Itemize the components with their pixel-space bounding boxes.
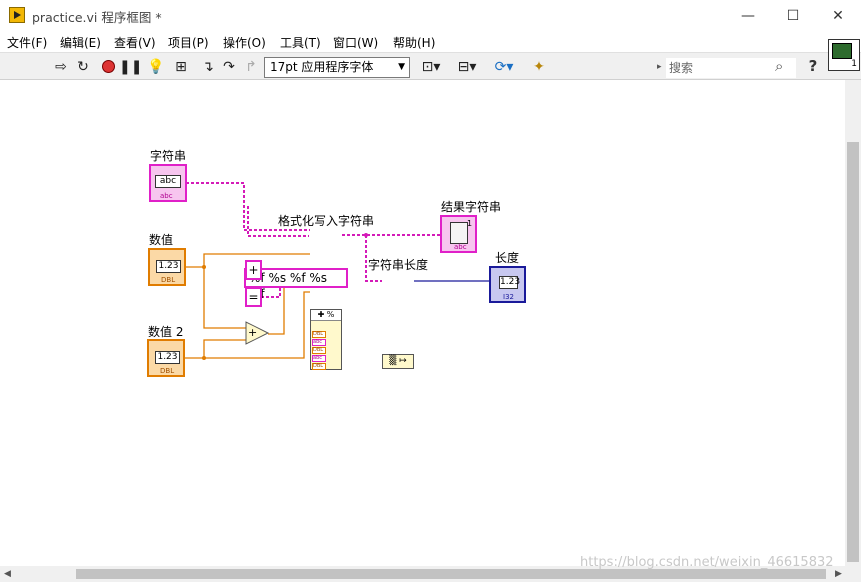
vi-connector-icon[interactable]: 1 (828, 39, 860, 71)
search-icon[interactable]: ⌕ (775, 57, 783, 75)
plus-string-constant[interactable]: + (245, 260, 262, 280)
result-type-tag: abc (454, 243, 467, 251)
number-2-type-tag: DBL (160, 367, 175, 375)
format-input-2: abc (312, 339, 326, 346)
vi-icon-number: 1 (851, 59, 857, 69)
wires (185, 182, 489, 360)
add-node[interactable] (244, 402, 268, 424)
step-into-icon[interactable]: ↴ (198, 57, 218, 77)
menu-bar: 文件(F) 编辑(E) 查看(V) 项目(P) 操作(O) 工具(T) 窗口(W… (0, 32, 861, 52)
toolbar: ⇨ ↻ ❚❚ 💡 ⊞ ↴ ↷ ↱ 17pt 应用程序字体 ▼ ⊡▾ ⊟▾ ⟳▾ … (0, 52, 861, 80)
format-input-1: DBL (312, 331, 326, 338)
menu-window[interactable]: 窗口(W) (333, 34, 378, 51)
search-prefix: ▸ (657, 62, 662, 72)
length-display: 1.23 (499, 276, 521, 289)
labview-icon (9, 7, 25, 23)
number-control-label: 数值 (149, 233, 174, 247)
step-over-icon[interactable]: ↷ (219, 57, 239, 77)
step-out-icon[interactable]: ↱ (241, 57, 261, 77)
length-indicator[interactable]: 1.23 I32 (489, 266, 526, 303)
scroll-left-icon[interactable]: ◀ (4, 569, 11, 579)
string-length-node[interactable]: ▒ ↦ (382, 354, 414, 369)
length-indicator-label: 长度 (495, 251, 520, 265)
format-node-label: 格式化写入字符串 (278, 214, 375, 228)
number-display: 1.23 (156, 260, 181, 273)
align-objects-icon[interactable]: ⊡▾ (418, 57, 444, 77)
wire-num1-to-add (203, 267, 246, 329)
result-indicator-label: 结果字符串 (441, 200, 502, 214)
string-control-label: 字符串 (150, 149, 187, 163)
menu-help[interactable]: 帮助(H) (393, 34, 435, 51)
close-button[interactable]: ✕ (815, 0, 861, 32)
number-control-2-label: 数值 2 (148, 325, 184, 339)
menu-project[interactable]: 项目(P) (168, 34, 209, 51)
wire-junction (364, 233, 368, 237)
number-control-terminal[interactable]: 1.23 DBL (148, 248, 186, 286)
maximize-button[interactable]: ☐ (770, 0, 816, 32)
format-input-4: abc (312, 355, 326, 362)
format-input-3: DBL (312, 347, 326, 354)
wire-num2-to-add (185, 339, 246, 359)
window-title: practice.vi 程序框图 * (32, 10, 162, 25)
number-2-display: 1.23 (155, 351, 180, 364)
string-type-tag: abc (160, 192, 173, 200)
result-string-indicator[interactable]: 1 abc (440, 215, 477, 253)
format-node-header: ✚ % (311, 310, 341, 321)
menu-edit[interactable]: 编辑(E) (60, 34, 101, 51)
vertical-scrollbar[interactable] (845, 80, 861, 566)
wire-junction (202, 356, 206, 360)
vertical-scroll-thumb[interactable] (847, 142, 859, 562)
menu-tools[interactable]: 工具(T) (280, 34, 321, 51)
number-type-tag: DBL (161, 276, 176, 284)
retain-wire-values-icon[interactable]: ⊞ (171, 57, 191, 77)
result-index-number: 1 (467, 219, 473, 228)
wire-junction (202, 265, 206, 269)
distribute-objects-icon[interactable]: ⊟▾ (454, 57, 480, 77)
menu-view[interactable]: 查看(V) (114, 34, 156, 51)
menu-file[interactable]: 文件(F) (7, 34, 47, 51)
menu-operate[interactable]: 操作(O) (223, 34, 266, 51)
string-display: abc (155, 175, 181, 188)
highlight-execution-icon[interactable]: 💡 (146, 57, 166, 77)
block-diagram[interactable]: 字符串 数值 数值 2 格式化写入字符串 结果字符串 字符串长度 长度 abc … (0, 80, 845, 566)
run-continuously-icon[interactable]: ↻ (73, 57, 93, 77)
abort-icon[interactable] (98, 57, 118, 77)
cleanup-diagram-icon[interactable]: ✦ (528, 57, 550, 77)
watermark: https://blog.csdn.net/weixin_46615832 (580, 555, 834, 570)
chevron-down-icon: ▼ (398, 62, 405, 72)
strlen-node-label: 字符串长度 (368, 258, 429, 272)
string-control-terminal[interactable]: abc abc (149, 164, 187, 202)
run-arrow-icon[interactable]: ⇨ (51, 57, 71, 77)
pause-icon[interactable]: ❚❚ (119, 57, 142, 77)
format-into-string-node[interactable]: ✚ % DBL abc DBL abc DBL (310, 309, 342, 370)
font-select-value: 17pt 应用程序字体 (270, 60, 374, 74)
scroll-right-icon[interactable]: ▶ (835, 569, 842, 579)
horizontal-scroll-thumb[interactable] (76, 569, 826, 579)
reorder-icon[interactable]: ⟳▾ (490, 57, 518, 77)
font-select[interactable]: 17pt 应用程序字体 ▼ (264, 57, 410, 78)
add-symbol: + (248, 326, 258, 339)
length-type-tag: I32 (503, 293, 514, 301)
equals-string-constant[interactable]: = (245, 287, 262, 307)
minimize-button[interactable]: — (725, 0, 771, 32)
title-bar: practice.vi 程序框图 * — ☐ ✕ (0, 0, 861, 32)
format-input-5: DBL (312, 363, 326, 370)
string-array-display (450, 222, 468, 244)
number-control-2-terminal[interactable]: 1.23 DBL (147, 339, 185, 377)
context-help-icon[interactable]: ? (804, 56, 822, 76)
